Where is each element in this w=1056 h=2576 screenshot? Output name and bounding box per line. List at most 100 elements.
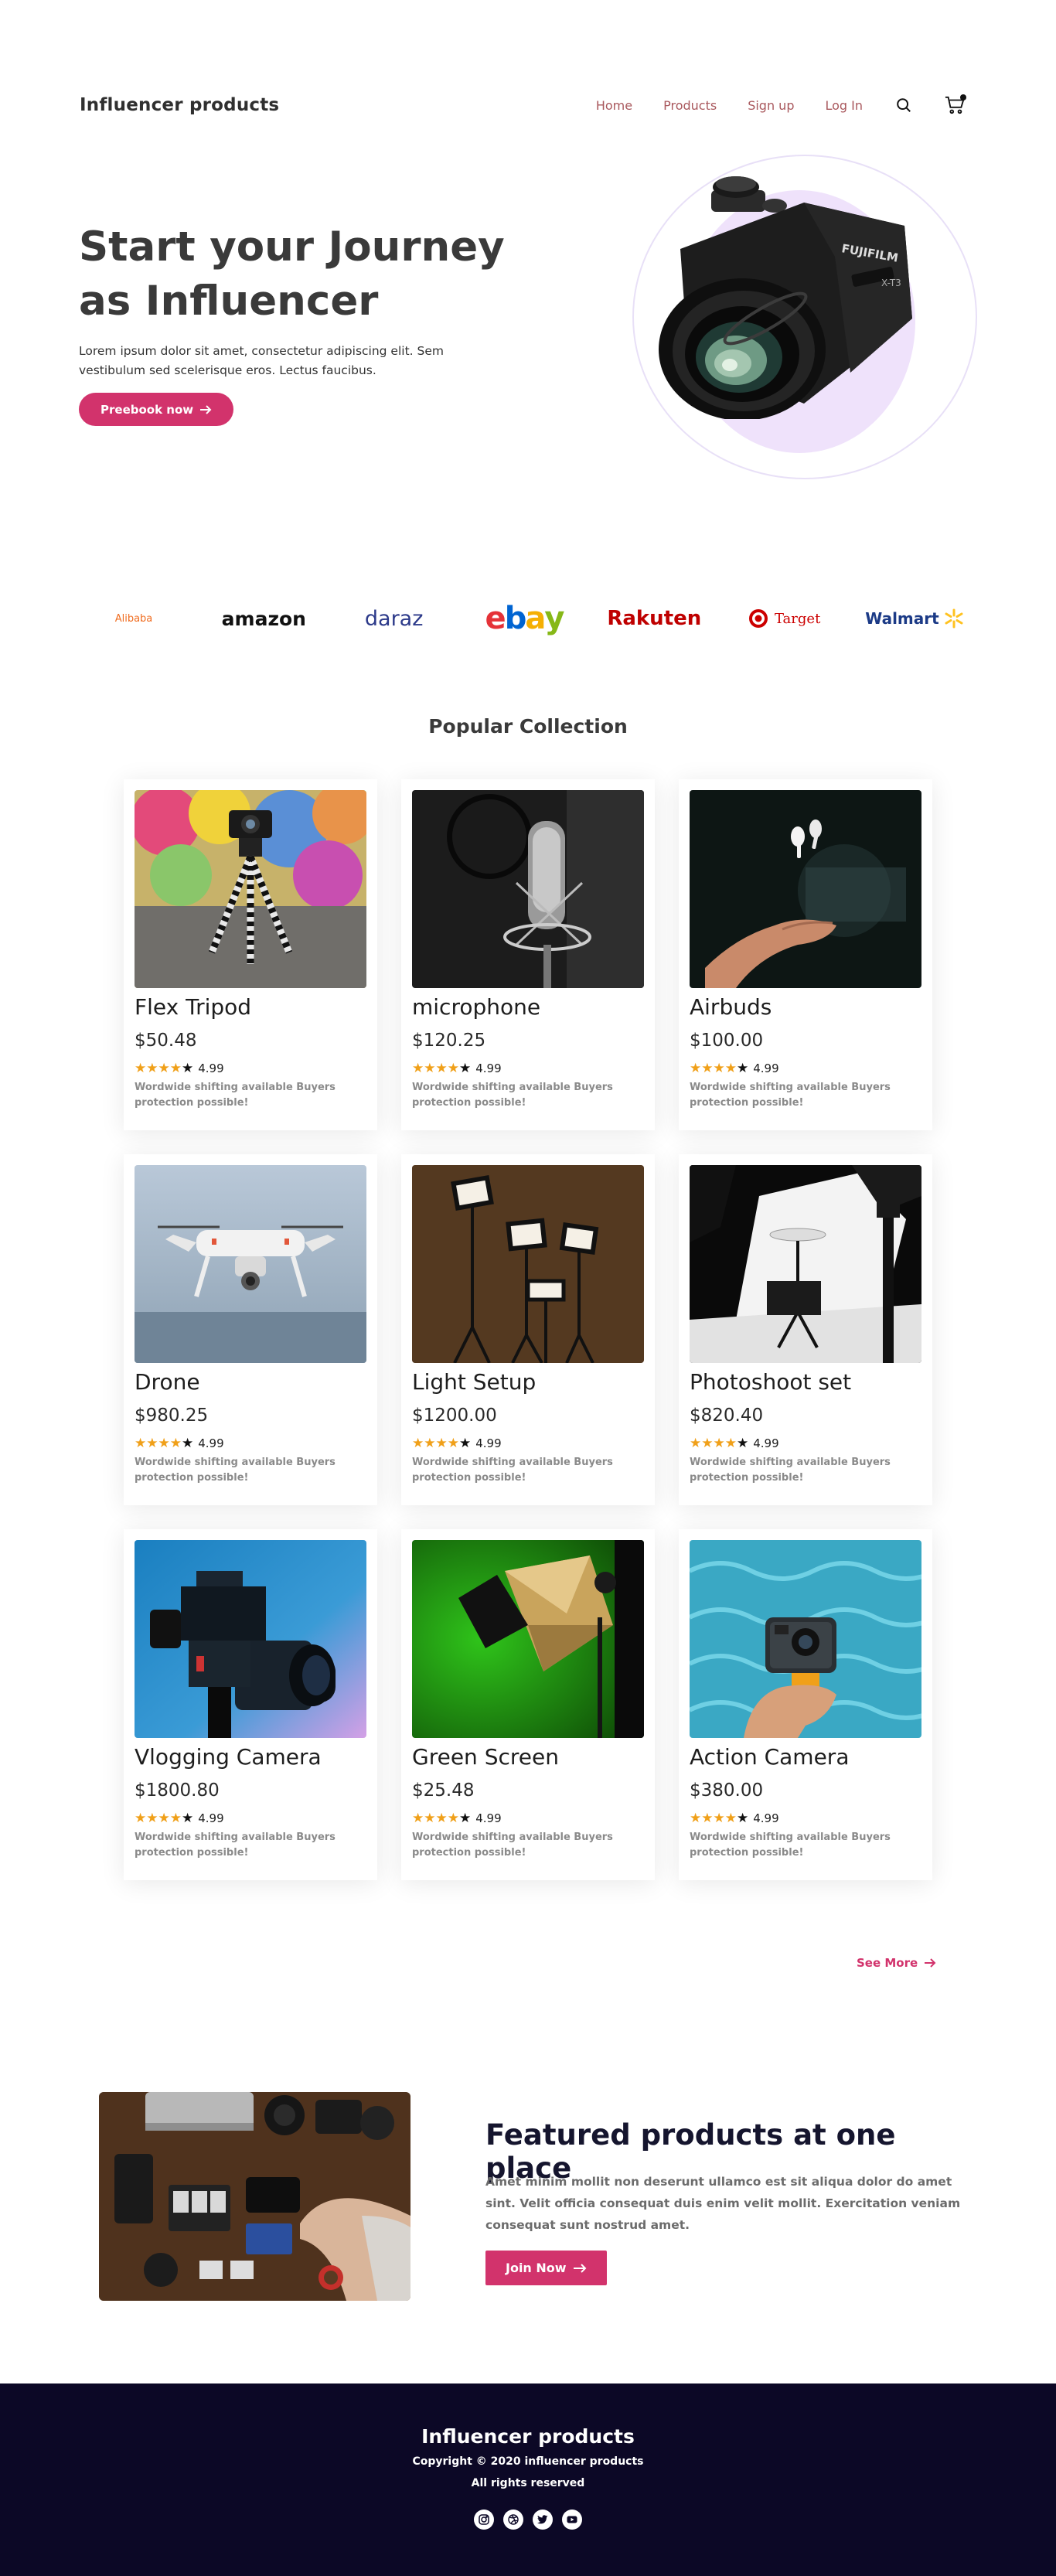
product-price: $1200.00: [412, 1406, 497, 1426]
ebay-logo[interactable]: e b a y: [470, 595, 578, 642]
star-filled-icon: ★: [690, 1810, 702, 1826]
walmart-spark-icon: [945, 608, 963, 629]
featured-products-image: [99, 2092, 410, 2301]
product-card[interactable]: Airbuds $100.00 ★ ★ ★ ★ ★ 4.99 Wordwide shif…: [679, 779, 932, 1130]
target-logo-text: Target: [774, 610, 821, 627]
star-filled-icon: ★: [435, 1810, 448, 1826]
product-card[interactable]: Drone $980.25 ★ ★ ★ ★ ★ 4.99 Wordwide shifti…: [124, 1154, 377, 1505]
star-filled-icon: ★: [447, 1435, 459, 1451]
star-filled-icon: ★: [169, 1060, 182, 1076]
star-filled-icon: ★: [169, 1810, 182, 1826]
star-filled-icon: ★: [169, 1435, 182, 1451]
rakuten-logo[interactable]: Rakuten: [600, 595, 708, 642]
star-dark-icon: ★: [737, 1810, 749, 1826]
product-rating: ★ ★ ★ ★ ★ 4.99: [690, 1811, 921, 1825]
product-description: Wordwide shifting available Buyers prote…: [690, 1457, 891, 1484]
product-name: Vlogging Camera: [135, 1744, 322, 1770]
see-more-label: See More: [857, 1956, 918, 1970]
preebook-button-label: Preebook now: [100, 402, 194, 417]
target-logo[interactable]: Target: [731, 595, 839, 642]
drone-image: [135, 1165, 366, 1363]
featured-description: Amet minim mollit non deserunt ullamco e…: [485, 2175, 961, 2232]
product-card[interactable]: Photoshoot set $820.40 ★ ★ ★ ★ ★ 4.99 Wordwi…: [679, 1154, 932, 1505]
star-filled-icon: ★: [146, 1060, 158, 1076]
product-card[interactable]: Green Screen $25.48 ★ ★ ★ ★ ★ 4.99 Wordwide …: [401, 1529, 655, 1880]
product-rating: ★ ★ ★ ★ ★ 4.99: [412, 1436, 644, 1450]
ebay-letter-a: a: [525, 601, 546, 636]
rating-value: 4.99: [475, 1061, 502, 1075]
amazon-logo[interactable]: amazon: [209, 595, 318, 642]
product-price: $50.48: [135, 1031, 197, 1051]
camera-image: FUJIFILM X-T3: [659, 176, 912, 419]
product-price: $820.40: [690, 1406, 764, 1426]
join-now-button[interactable]: Join Now: [485, 2251, 607, 2285]
star-filled-icon: ★: [713, 1435, 725, 1451]
product-card[interactable]: microphone $120.25 ★ ★ ★ ★ ★ 4.99 Wordwide s…: [401, 779, 655, 1130]
star-filled-icon: ★: [412, 1810, 424, 1826]
nav-link-login[interactable]: Log In: [825, 98, 863, 113]
dribbble-icon[interactable]: [503, 2510, 523, 2530]
see-more-link[interactable]: See More: [857, 1956, 936, 1970]
product-price: $25.48: [412, 1780, 475, 1801]
product-card[interactable]: Light Setup $1200.00 ★ ★ ★ ★ ★ 4.99 Wordwide…: [401, 1154, 655, 1505]
hero-title: Start your Journey as Influencer: [79, 223, 505, 325]
photoshoot-set-image: [690, 1165, 921, 1363]
star-filled-icon: ★: [158, 1810, 170, 1826]
instagram-icon[interactable]: [474, 2510, 494, 2530]
walmart-logo-text: Walmart: [865, 609, 939, 628]
star-dark-icon: ★: [459, 1435, 472, 1451]
top-navbar: Influencer products Home Products Sign u…: [80, 90, 966, 121]
star-filled-icon: ★: [135, 1060, 147, 1076]
star-dark-icon: ★: [737, 1060, 749, 1076]
star-filled-icon: ★: [701, 1060, 714, 1076]
vlogging-camera-image: [135, 1540, 366, 1738]
youtube-icon[interactable]: [562, 2510, 582, 2530]
nav-link-home[interactable]: Home: [596, 98, 632, 113]
alibaba-logo[interactable]: Alibaba: [80, 595, 188, 642]
rakuten-logo-text: Rakuten: [607, 607, 702, 630]
search-icon[interactable]: [894, 95, 914, 115]
star-filled-icon: ★: [135, 1435, 147, 1451]
star-filled-icon: ★: [146, 1810, 158, 1826]
star-dark-icon: ★: [182, 1060, 194, 1076]
product-name: Photoshoot set: [690, 1369, 852, 1395]
rating-value: 4.99: [475, 1811, 502, 1825]
nav-link-signup[interactable]: Sign up: [748, 98, 794, 113]
product-description: Wordwide shifting available Buyers prote…: [135, 1082, 336, 1109]
product-rating: ★ ★ ★ ★ ★ 4.99: [690, 1436, 921, 1450]
product-description: Wordwide shifting available Buyers prote…: [690, 1831, 891, 1859]
star-filled-icon: ★: [701, 1810, 714, 1826]
product-price: $980.25: [135, 1406, 209, 1426]
ebay-letter-e: e: [485, 601, 506, 636]
product-card[interactable]: Flex Tripod $50.48 ★ ★ ★ ★ ★ 4.99 Wordwide s…: [124, 779, 377, 1130]
ebay-letter-y: y: [544, 601, 564, 636]
green-screen-image: [412, 1540, 644, 1738]
product-price: $380.00: [690, 1780, 764, 1801]
social-links: [0, 2510, 1056, 2530]
nav-link-products[interactable]: Products: [663, 98, 717, 113]
brand-logo[interactable]: Influencer products: [80, 95, 279, 115]
footer-brand[interactable]: Influencer products: [0, 2425, 1056, 2448]
footer-rights: All rights reserved: [471, 2477, 585, 2489]
product-price: $1800.80: [135, 1780, 220, 1801]
action-camera-image: [690, 1540, 921, 1738]
product-card[interactable]: Vlogging Camera $1800.80 ★ ★ ★ ★ ★ 4.99 Word…: [124, 1529, 377, 1880]
product-price: $120.25: [412, 1031, 486, 1051]
walmart-logo[interactable]: Walmart: [860, 595, 969, 642]
star-filled-icon: ★: [158, 1435, 170, 1451]
hero-description: Lorem ipsum dolor sit amet, consectetur …: [79, 344, 444, 377]
rating-value: 4.99: [753, 1811, 779, 1825]
product-card[interactable]: Action Camera $380.00 ★ ★ ★ ★ ★ 4.99 Wordwid…: [679, 1529, 932, 1880]
star-filled-icon: ★: [447, 1060, 459, 1076]
star-filled-icon: ★: [135, 1810, 147, 1826]
product-rating: ★ ★ ★ ★ ★ 4.99: [690, 1061, 921, 1075]
star-filled-icon: ★: [690, 1435, 702, 1451]
twitter-icon[interactable]: [533, 2510, 553, 2530]
product-name: Light Setup: [412, 1369, 537, 1395]
rating-value: 4.99: [753, 1061, 779, 1075]
preebook-button[interactable]: Preebook now: [79, 393, 234, 426]
daraz-logo[interactable]: daraz: [340, 595, 448, 642]
nav-links: Home Products Sign up Log In: [596, 94, 966, 115]
cart-icon[interactable]: [945, 94, 966, 115]
star-filled-icon: ★: [424, 1060, 436, 1076]
